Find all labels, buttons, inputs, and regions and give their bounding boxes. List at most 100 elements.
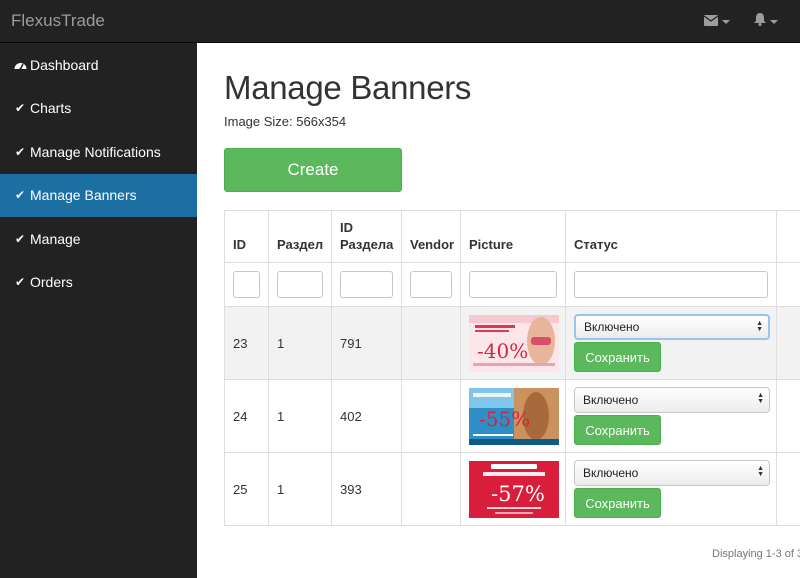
table-row: 25 1 393 -57% Включено ▲ ▼ Сохранить	[224, 452, 800, 526]
table-row: 24 1 402 -55% Включено ▲ ▼ Сохранить	[224, 379, 800, 453]
select-arrows-icon: ▲ ▼	[757, 465, 764, 478]
check-icon: ✔	[14, 275, 26, 290]
status-select[interactable]: Включено ▲ ▼	[574, 314, 770, 340]
chevron-down-icon	[722, 19, 730, 24]
sidebar-item-label: Manage	[30, 230, 81, 247]
cell-id-razdela: 402	[331, 379, 402, 453]
alerts-dropdown[interactable]	[754, 12, 778, 31]
sidebar-item-manage-notifications[interactable]: ✔ Manage Notifications	[0, 130, 197, 174]
banner-discount-text: -55%	[479, 407, 530, 431]
cell-vendor	[401, 379, 461, 453]
cell-vendor	[401, 306, 461, 380]
status-select[interactable]: Включено ▲ ▼	[574, 460, 770, 486]
banner-thumbnail[interactable]: -40%	[469, 314, 559, 372]
sidebar-item-dashboard[interactable]: Dashboard	[0, 43, 197, 87]
cell-id: 23	[224, 306, 269, 380]
cell-picture: -55%	[460, 379, 566, 453]
banner-discount-text: -57%	[491, 482, 545, 506]
status-select-value: Включено	[583, 393, 639, 407]
banner-discount-text: -40%	[477, 339, 528, 363]
check-icon: ✔	[14, 144, 26, 159]
column-header-extra	[776, 210, 800, 263]
cell-picture: -40%	[460, 306, 566, 380]
table-header-row: ID Раздел ID Раздела Vendor Picture Стату…	[224, 210, 800, 263]
image-size-note: Image Size: 566x354	[224, 114, 347, 129]
dashboard-icon	[13, 60, 27, 70]
cell-extra	[776, 379, 800, 453]
banner-thumbnail[interactable]: -55%	[469, 387, 559, 445]
sidebar-item-charts[interactable]: ✔ Charts	[0, 87, 197, 131]
cell-id: 24	[224, 379, 269, 453]
sidebar-item-orders[interactable]: ✔ Orders	[0, 261, 197, 305]
filter-cell	[460, 262, 566, 307]
header-line: Раздела	[340, 237, 394, 252]
banners-table: ID Раздел ID Раздела Vendor Picture Стату…	[224, 210, 800, 526]
sidebar-item-manage-banners[interactable]: ✔ Manage Banners	[0, 173, 197, 217]
cell-id-razdela: 393	[331, 452, 402, 526]
main-content: Manage Banners Image Size: 566x354 Creat…	[197, 43, 800, 578]
filter-cell	[268, 262, 332, 307]
cell-status: Включено ▲ ▼ Сохранить	[565, 306, 777, 380]
cell-id-razdela: 791	[331, 306, 402, 380]
header-line: ID	[340, 220, 353, 235]
sidebar-item-label: Orders	[30, 274, 73, 291]
cell-razdel: 1	[268, 452, 332, 526]
brand-logo[interactable]: FlexusTrade	[11, 11, 105, 31]
filter-cell	[331, 262, 402, 307]
chevron-down-icon	[770, 19, 778, 24]
filter-picture-input[interactable]	[469, 271, 557, 298]
sidebar-item-label: Manage Banners	[30, 187, 137, 204]
table-row: 23 1 791 -40% Включено ▲ ▼ Сохранить	[224, 306, 800, 380]
filter-cell	[565, 262, 777, 307]
cell-id: 25	[224, 452, 269, 526]
filter-id-razdela-input[interactable]	[340, 271, 393, 298]
save-button[interactable]: Сохранить	[574, 488, 661, 518]
column-header-razdel[interactable]: Раздел	[268, 210, 332, 263]
messages-dropdown[interactable]	[703, 13, 730, 31]
select-arrows-icon: ▲ ▼	[756, 320, 763, 333]
filter-cell	[401, 262, 461, 307]
status-select-value: Включено	[584, 320, 640, 334]
cell-razdel: 1	[268, 379, 332, 453]
filter-status-input[interactable]	[574, 271, 768, 298]
check-icon: ✔	[14, 231, 26, 246]
column-header-id[interactable]: ID	[224, 210, 269, 263]
filter-id-input[interactable]	[233, 271, 260, 298]
check-icon: ✔	[14, 188, 26, 203]
filter-razdel-input[interactable]	[277, 271, 323, 298]
filter-vendor-input[interactable]	[410, 271, 452, 298]
sidebar: Dashboard ✔ Charts ✔ Manage Notification…	[0, 43, 197, 578]
create-button[interactable]: Create	[224, 148, 402, 192]
save-button[interactable]: Сохранить	[574, 342, 661, 372]
cell-picture: -57%	[460, 452, 566, 526]
cell-status: Включено ▲ ▼ Сохранить	[565, 379, 777, 453]
bell-icon	[754, 12, 766, 31]
select-arrows-icon: ▲ ▼	[757, 392, 764, 405]
cell-razdel: 1	[268, 306, 332, 380]
sidebar-item-label: Dashboard	[30, 56, 99, 73]
sidebar-item-label: Charts	[30, 100, 72, 117]
page-title: Manage Banners	[224, 69, 472, 106]
top-icons	[703, 0, 800, 43]
cell-vendor	[401, 452, 461, 526]
sidebar-item-manage[interactable]: ✔ Manage	[0, 217, 197, 261]
filter-row	[224, 262, 800, 307]
status-select-value: Включено	[583, 466, 639, 480]
sidebar-item-label: Manage Notifications	[30, 143, 161, 160]
filter-cell	[776, 262, 800, 307]
status-select[interactable]: Включено ▲ ▼	[574, 387, 770, 413]
column-header-picture[interactable]: Picture	[460, 210, 566, 263]
column-header-vendor[interactable]: Vendor	[401, 210, 461, 263]
banner-thumbnail[interactable]: -57%	[469, 460, 559, 518]
cell-status: Включено ▲ ▼ Сохранить	[565, 452, 777, 526]
save-button[interactable]: Сохранить	[574, 415, 661, 445]
envelope-icon	[703, 13, 719, 31]
check-icon: ✔	[14, 101, 26, 116]
column-header-id-razdela[interactable]: ID Раздела	[331, 210, 402, 263]
column-header-status[interactable]: Статус	[565, 210, 777, 263]
cell-extra	[776, 306, 800, 380]
pagination-summary: Displaying 1-3 of 3	[712, 548, 800, 560]
filter-cell	[224, 262, 269, 307]
top-navbar: FlexusTrade	[0, 0, 800, 43]
cell-extra	[776, 452, 800, 526]
